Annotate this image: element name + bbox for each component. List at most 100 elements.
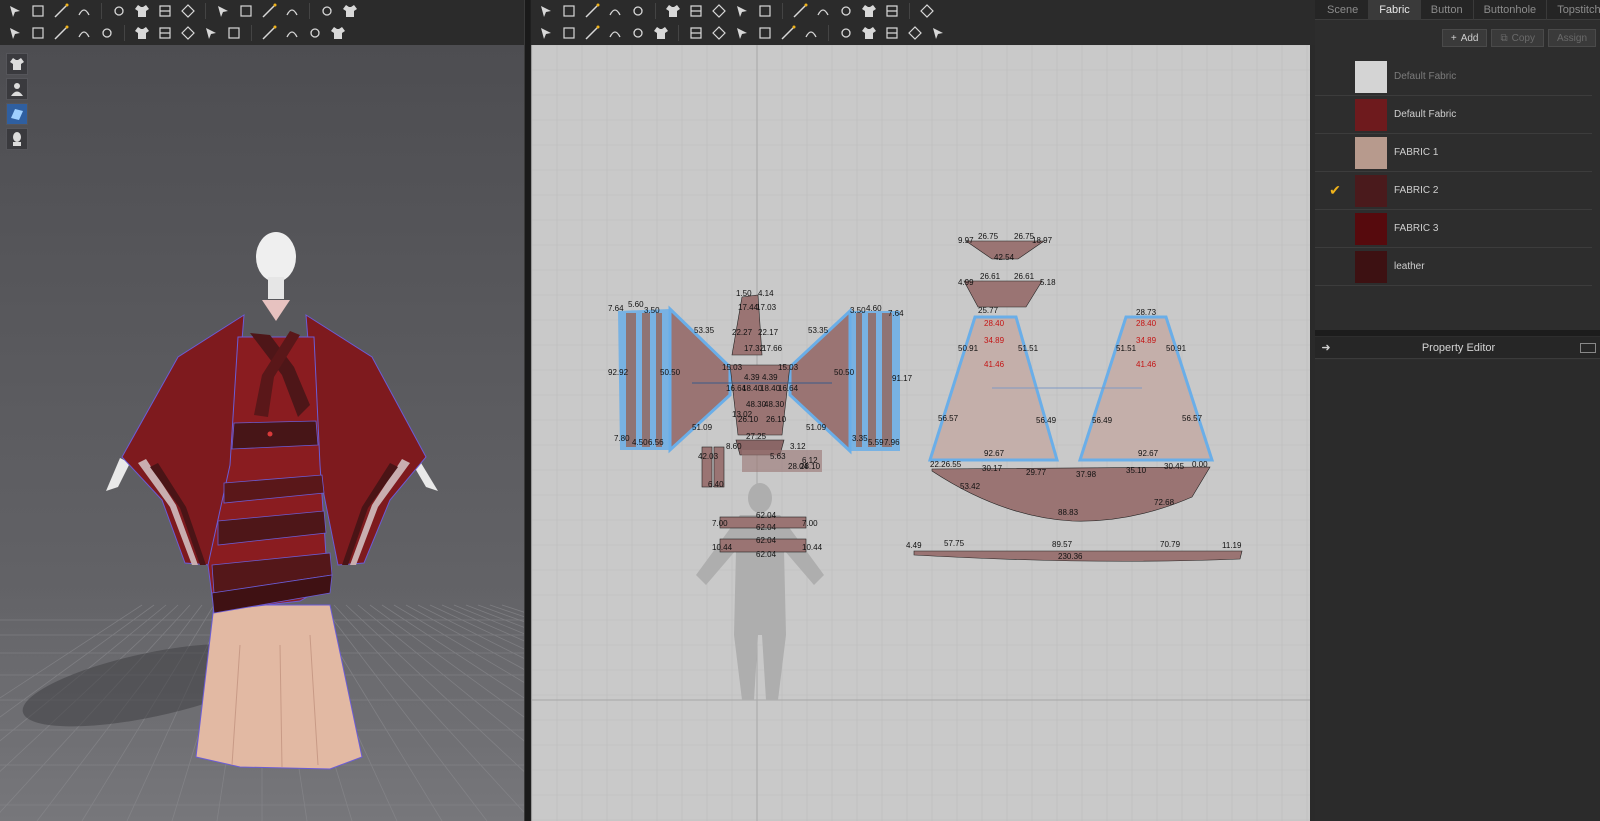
fabric-item[interactable]: ✔ FABRIC 2 xyxy=(1315,172,1592,210)
pin-button[interactable] xyxy=(154,1,176,21)
avatar-pose-button[interactable] xyxy=(4,23,26,43)
skeleton-button[interactable] xyxy=(50,23,72,43)
avatar-view-button[interactable] xyxy=(6,78,28,100)
toolbar-separator xyxy=(909,3,910,19)
measurement-label: 53.42 xyxy=(960,482,981,491)
mirror-button[interactable] xyxy=(731,23,753,43)
topstitch-button[interactable] xyxy=(881,23,903,43)
add-point-button[interactable] xyxy=(627,1,649,21)
popout-icon[interactable] xyxy=(1580,342,1596,353)
trace-button[interactable] xyxy=(835,1,857,21)
fabric-item[interactable]: FABRIC 3 xyxy=(1315,210,1592,248)
internal-shape-button[interactable] xyxy=(662,1,684,21)
check-sewing-button[interactable] xyxy=(604,23,626,43)
fabric-item[interactable]: FABRIC 1 xyxy=(1315,134,1592,172)
fabric-view-button[interactable] xyxy=(6,103,28,125)
select-move-button[interactable] xyxy=(4,1,26,21)
add-fabric-button[interactable]: + Add xyxy=(1441,29,1488,47)
lock-pattern-button[interactable] xyxy=(927,23,949,43)
measurement-label: 50.50 xyxy=(660,368,681,377)
texture-button[interactable] xyxy=(96,23,118,43)
box-select-button[interactable] xyxy=(50,1,72,21)
dart-button[interactable] xyxy=(754,1,776,21)
iron-button[interactable] xyxy=(627,23,649,43)
measurement-label: 10.44 xyxy=(712,543,733,552)
dashed-line-button[interactable] xyxy=(835,23,857,43)
tab-scene[interactable]: Scene xyxy=(1317,0,1370,20)
measurement-label: 42.03 xyxy=(698,452,719,461)
measurement-label: 27.25 xyxy=(746,432,767,441)
snap-button[interactable] xyxy=(777,23,799,43)
measurement-label: 3.50 xyxy=(850,306,866,315)
shirt-button[interactable] xyxy=(235,1,257,21)
transform-pattern-button[interactable] xyxy=(558,1,580,21)
fabric-item[interactable]: Default Fabric xyxy=(1315,58,1592,96)
arrow-right-icon[interactable]: ➜ xyxy=(1315,341,1337,354)
trousers-button[interactable] xyxy=(258,1,280,21)
measurement-label: 53.35 xyxy=(694,326,715,335)
pleat-button[interactable] xyxy=(881,1,903,21)
free-sewing-button[interactable] xyxy=(558,23,580,43)
pattern-fold-button[interactable] xyxy=(708,23,730,43)
copy-fabric-button[interactable]: ⧉ Copy xyxy=(1491,29,1544,47)
grading-button[interactable] xyxy=(904,23,926,43)
segment-sewing-button[interactable] xyxy=(535,23,557,43)
tab-buttonhole[interactable]: Buttonhole xyxy=(1474,0,1548,20)
strength-button[interactable] xyxy=(154,23,176,43)
tab-fabric[interactable]: Fabric xyxy=(1369,0,1421,20)
avatar-view-icon xyxy=(11,83,23,96)
internal-rect-button[interactable] xyxy=(789,1,811,21)
fold-arrangement-button[interactable] xyxy=(916,1,938,21)
curve-point-button[interactable] xyxy=(604,1,626,21)
tack-button[interactable] xyxy=(212,1,234,21)
arrangement-button[interactable] xyxy=(27,23,49,43)
ruler-button[interactable] xyxy=(339,1,361,21)
fold-button[interactable] xyxy=(108,1,130,21)
pipe-button[interactable] xyxy=(304,23,326,43)
panel-divider[interactable] xyxy=(1315,330,1600,336)
fabric-item[interactable]: leather xyxy=(1315,248,1592,286)
buttonhole-button[interactable] xyxy=(223,23,245,43)
bone-button[interactable] xyxy=(73,23,95,43)
view-tools xyxy=(6,53,28,150)
measurement-label: 57.75 xyxy=(944,539,965,548)
transform-button[interactable] xyxy=(27,1,49,21)
internal-circle-button[interactable] xyxy=(812,1,834,21)
tab-topstitch[interactable]: Topstitch xyxy=(1547,0,1600,20)
garment-view-button[interactable] xyxy=(6,53,28,75)
gradient-button[interactable] xyxy=(858,1,880,21)
view-splitter[interactable] xyxy=(524,0,530,821)
pattern-canvas[interactable]: 7.64 5.603.5053.3550.5092.927.80 4.50 6.561… xyxy=(532,45,1310,821)
m-n-sewing-button[interactable] xyxy=(581,23,603,43)
sew-needle-button[interactable] xyxy=(131,1,153,21)
edit-pattern-button[interactable] xyxy=(535,1,557,21)
tab-button[interactable]: Button xyxy=(1421,0,1474,20)
head-view-button[interactable] xyxy=(6,128,28,150)
garment-fit-button[interactable] xyxy=(650,23,672,43)
measurement-label: 88.83 xyxy=(1058,508,1079,517)
flag-button[interactable] xyxy=(327,23,349,43)
fabric-item[interactable]: Default Fabric xyxy=(1315,96,1592,134)
line-button[interactable] xyxy=(258,23,280,43)
polygon-button[interactable] xyxy=(685,1,707,21)
symmetric-button[interactable] xyxy=(754,23,776,43)
rectangle-button[interactable] xyxy=(708,1,730,21)
viewport-3d[interactable] xyxy=(0,45,524,821)
button-button[interactable] xyxy=(200,23,222,43)
pattern-skirt-panels[interactable] xyxy=(927,315,1215,462)
puckering-button[interactable] xyxy=(131,23,153,43)
polygon-icon xyxy=(690,5,702,17)
lasso-button[interactable] xyxy=(316,1,338,21)
edit-curvature-button[interactable] xyxy=(581,1,603,21)
wave-button[interactable] xyxy=(858,23,880,43)
brush-button[interactable] xyxy=(177,1,199,21)
zipper-button[interactable] xyxy=(281,23,303,43)
pattern-window-2d[interactable]: 7.64 5.60 3.50 53.35 50.50 92.92 7.80 4.50 6.56 1… xyxy=(531,45,1310,821)
scale-button[interactable] xyxy=(73,1,95,21)
assign-fabric-button[interactable]: Assign xyxy=(1547,29,1596,47)
measure-button[interactable] xyxy=(281,1,303,21)
sew-strength-button[interactable] xyxy=(685,23,707,43)
circle-button[interactable] xyxy=(731,1,753,21)
line-edit-button[interactable] xyxy=(800,23,822,43)
diamond-button[interactable] xyxy=(177,23,199,43)
